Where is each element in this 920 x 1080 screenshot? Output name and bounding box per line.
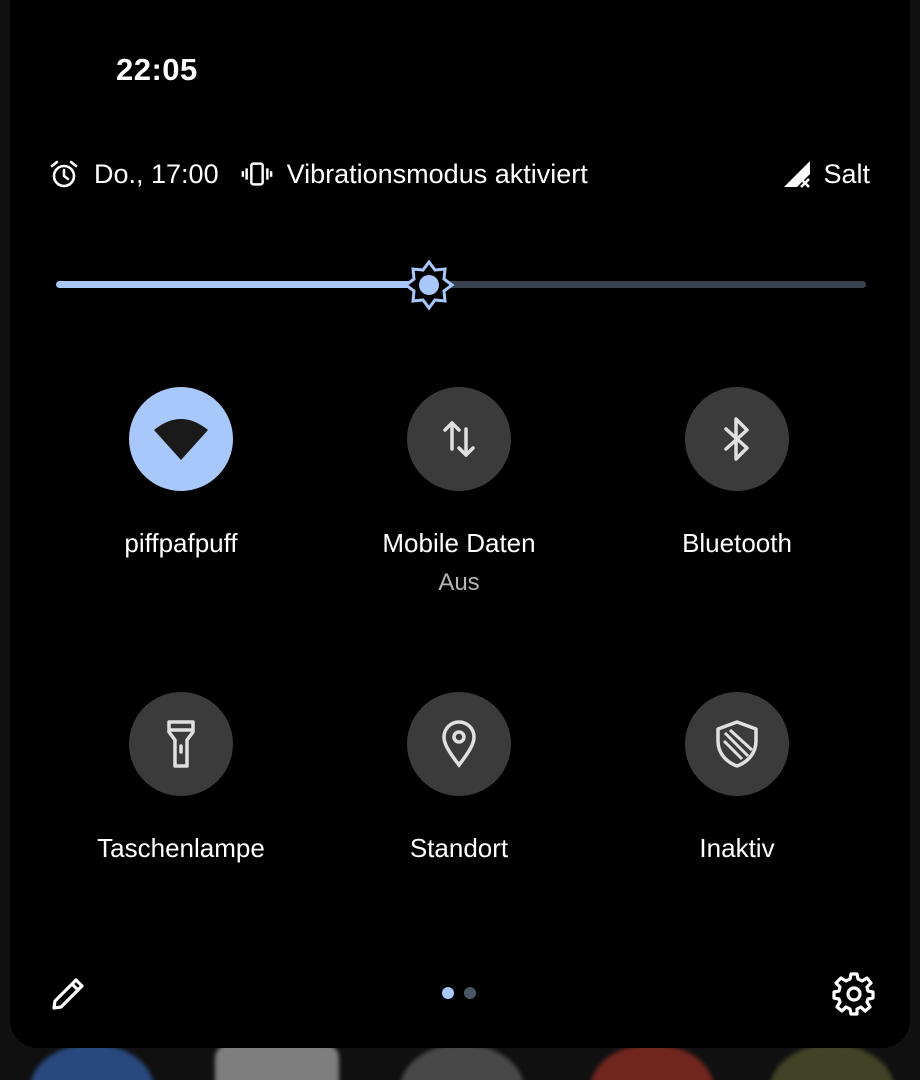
app-icon-blurred <box>215 1044 339 1080</box>
tile-location[interactable]: Standort <box>329 692 589 864</box>
tile-sublabel: Aus <box>438 569 480 596</box>
vibrate-icon <box>241 158 273 190</box>
brightness-track-filled <box>56 281 429 288</box>
app-icon-blurred <box>590 1044 714 1080</box>
tile-label: Bluetooth <box>682 528 792 558</box>
flashlight-toggle[interactable] <box>129 692 233 796</box>
bluetooth-toggle[interactable] <box>685 387 789 491</box>
alarm-clock-icon <box>48 158 80 190</box>
gear-icon[interactable] <box>832 972 876 1016</box>
tile-label: Inaktiv <box>699 833 775 863</box>
tile-label: piffpafpuff <box>124 528 238 558</box>
tile-flashlight[interactable]: Taschenlampe <box>51 692 311 864</box>
brightness-track <box>429 281 866 288</box>
flashlight-icon <box>167 720 195 768</box>
page-dot-active[interactable] <box>442 987 454 999</box>
app-icon-blurred <box>30 1044 154 1080</box>
tile-mobile-data[interactable]: Mobile Daten Aus <box>329 387 589 597</box>
location-icon <box>442 720 476 768</box>
vibrate-status: Vibrationsmodus aktiviert <box>286 158 588 189</box>
brightness-icon[interactable] <box>403 259 455 311</box>
mobile-data-toggle[interactable] <box>407 387 511 491</box>
app-icon-blurred <box>400 1044 524 1080</box>
no-signal-icon <box>781 158 813 190</box>
shield-icon <box>716 720 758 768</box>
page-indicator <box>442 987 476 999</box>
wifi-toggle[interactable] <box>129 387 233 491</box>
quick-settings-panel: 22:05 Do., 17:00 Vibrationsmodus aktivie… <box>10 0 910 1048</box>
page-dot[interactable] <box>464 987 476 999</box>
mobile-data-icon <box>443 421 475 457</box>
tile-inactive[interactable]: Inaktiv <box>607 692 867 864</box>
shield-toggle[interactable] <box>685 692 789 796</box>
app-icon-blurred <box>770 1044 894 1080</box>
bluetooth-icon <box>724 417 749 461</box>
pencil-icon[interactable] <box>48 974 88 1014</box>
alarm-time[interactable]: Do., 17:00 <box>94 159 219 190</box>
qs-header-row: Do., 17:00 Vibrationsmodus aktiviert Sal… <box>48 152 870 196</box>
brightness-slider[interactable] <box>56 258 866 312</box>
status-time: 22:05 <box>116 52 198 87</box>
tile-label: Standort <box>409 833 509 863</box>
tile-label: Taschenlampe <box>97 833 265 863</box>
location-toggle[interactable] <box>407 692 511 796</box>
wifi-icon <box>154 419 208 460</box>
tile-label: Mobile Daten <box>382 528 536 558</box>
tile-bluetooth[interactable]: Bluetooth <box>607 387 867 559</box>
carrier-name: Salt <box>823 158 870 189</box>
tile-wifi[interactable]: piffpafpuff <box>51 387 311 559</box>
